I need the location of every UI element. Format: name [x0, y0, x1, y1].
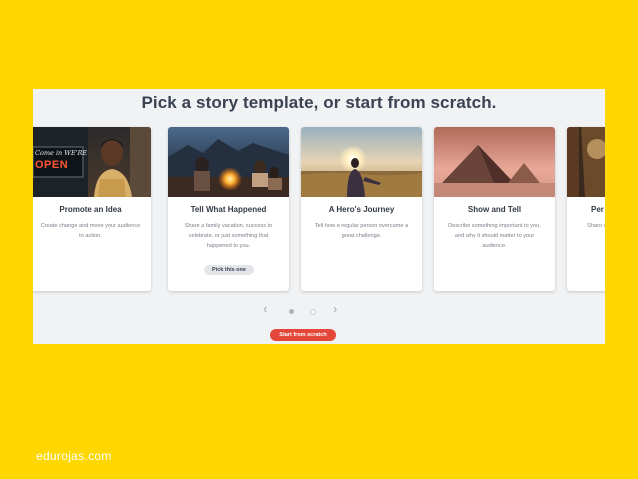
card-title: Promote an Idea: [59, 205, 122, 214]
carousel-dot[interactable]: [310, 309, 316, 315]
template-carousel: Come in WE'RE OPEN Promote an Idea Creat…: [33, 127, 605, 293]
card-description: Create change and move your audience to …: [40, 223, 141, 239]
card-image: Come in WE'RE OPEN: [33, 127, 151, 197]
template-card-show-and-tell[interactable]: Show and Tell Describe something importa…: [434, 127, 555, 291]
card-image: [168, 127, 289, 197]
sign-text-top: Come in WE'RE: [35, 149, 88, 157]
card-image: [301, 127, 422, 197]
card-title: Show and Tell: [467, 205, 522, 214]
card-description: Share a family vacation, success to cele…: [184, 223, 273, 249]
chevron-left-icon[interactable]: ‹: [263, 301, 267, 316]
card-description: Sharo chang: [587, 223, 605, 229]
card-title: Tell What Happened: [190, 205, 267, 214]
card-image: [567, 127, 605, 197]
carousel-dot-active[interactable]: [289, 309, 294, 314]
template-card-promote-idea[interactable]: Come in WE'RE OPEN Promote an Idea Creat…: [33, 127, 151, 291]
card-description: Tell how a regular person overcame a gre…: [314, 223, 409, 239]
template-card-tell-what-happened[interactable]: Tell What Happened Share a family vacati…: [168, 127, 289, 291]
start-from-scratch-button[interactable]: Start from scratch: [270, 329, 336, 341]
sign-text-open: OPEN: [35, 159, 69, 171]
chevron-right-icon[interactable]: ›: [333, 301, 337, 316]
card-title: A Hero's Journey: [328, 205, 395, 214]
card-title: Per: [591, 205, 604, 214]
card-description: Describe something important to you, and…: [448, 223, 541, 249]
card-image: [434, 127, 555, 197]
page-title: Pick a story template, or start from scr…: [141, 93, 497, 112]
pick-this-one-button[interactable]: Pick this one: [204, 265, 254, 275]
template-card-heros-journey[interactable]: A Hero's Journey Tell how a regular pers…: [301, 127, 422, 291]
template-card-partial[interactable]: Per Sharo chang: [567, 127, 605, 291]
footer-credit: edurojas.com: [36, 449, 112, 463]
screenshot-panel: Pick a story template, or start from scr…: [33, 89, 605, 344]
